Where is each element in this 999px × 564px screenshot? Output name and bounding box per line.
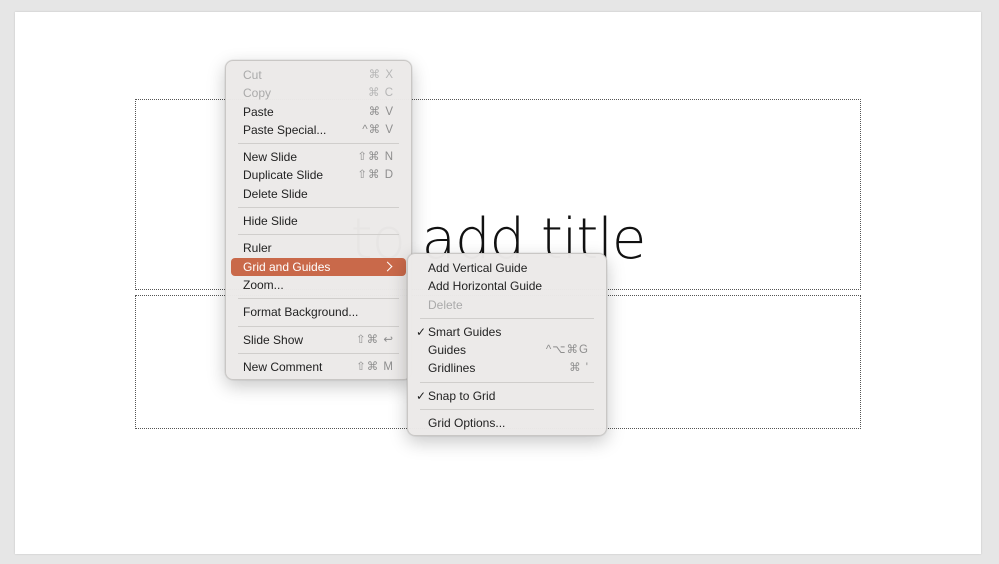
submenu-item-add-vertical-guide[interactable]: Add Vertical Guide	[413, 259, 601, 277]
submenu-item-grid-options[interactable]: Grid Options...	[413, 414, 601, 432]
menu-item-shortcut: ⌘ X	[368, 69, 394, 81]
submenu-item-add-horizontal-guide[interactable]: Add Horizontal Guide	[413, 277, 601, 295]
submenu-item-guides[interactable]: Guides ^⌥⌘G	[413, 341, 601, 359]
menu-item-shortcut: ⇧⌘ D	[357, 169, 394, 182]
menu-item-ruler[interactable]: Ruler	[231, 239, 406, 257]
menu-item-label: New Slide	[243, 150, 298, 165]
menu-separator	[238, 143, 399, 145]
submenu-item-snap-to-grid[interactable]: ✓ Snap to Grid	[413, 387, 601, 405]
menu-item-grid-and-guides[interactable]: Grid and Guides	[231, 257, 406, 276]
menu-item-format-background[interactable]: Format Background...	[231, 303, 406, 321]
menu-item-paste[interactable]: Paste ⌘ V	[231, 103, 406, 121]
menu-item-copy[interactable]: Copy ⌘ C	[231, 84, 406, 102]
menu-item-hide-slide[interactable]: Hide Slide	[231, 212, 406, 230]
submenu-item-gridlines[interactable]: Gridlines ⌘ '	[413, 359, 601, 377]
menu-item-new-comment[interactable]: New Comment ⇧⌘ M	[231, 358, 406, 376]
checkmark-icon: ✓	[416, 388, 427, 403]
menu-item-delete-slide[interactable]: Delete Slide	[231, 185, 406, 203]
menu-item-label: Guides	[428, 343, 467, 358]
menu-item-cut[interactable]: Cut ⌘ X	[231, 66, 406, 84]
menu-item-shortcut: ⌘ C	[368, 87, 394, 100]
chevron-right-icon	[382, 261, 393, 272]
menu-item-label: Grid Options...	[428, 416, 506, 431]
menu-item-duplicate-slide[interactable]: Duplicate Slide ⇧⌘ D	[231, 166, 406, 184]
menu-item-label: Paste	[243, 104, 274, 119]
submenu-item-smart-guides[interactable]: ✓ Smart Guides	[413, 323, 601, 341]
menu-item-label: Delete	[428, 297, 463, 312]
menu-item-label: Delete Slide	[243, 186, 308, 201]
menu-item-shortcut: ⇧⌘ ↩	[356, 333, 394, 346]
menu-item-label: Hide Slide	[243, 214, 298, 229]
menu-item-shortcut: ^⌘ V	[362, 123, 394, 136]
menu-separator	[238, 207, 399, 209]
menu-item-new-slide[interactable]: New Slide ⇧⌘ N	[231, 148, 406, 166]
menu-item-label: Grid and Guides	[243, 259, 331, 274]
menu-item-shortcut: ⇧⌘ M	[356, 360, 394, 373]
menu-separator	[420, 317, 594, 319]
menu-item-label: Slide Show	[243, 332, 304, 347]
menu-separator	[238, 352, 399, 354]
menu-item-label: Copy	[243, 86, 272, 101]
context-menu: Cut ⌘ X Copy ⌘ C Paste ⌘ V Paste Special…	[225, 60, 412, 380]
menu-item-label: Add Horizontal Guide	[428, 279, 543, 294]
menu-item-label: Format Background...	[243, 305, 359, 320]
menu-item-label: New Comment	[243, 359, 323, 374]
menu-item-paste-special[interactable]: Paste Special... ^⌘ V	[231, 121, 406, 139]
menu-separator	[238, 325, 399, 327]
menu-item-label: Ruler	[243, 241, 272, 256]
menu-item-label: Duplicate Slide	[243, 168, 324, 183]
submenu-item-delete[interactable]: Delete	[413, 296, 601, 314]
menu-item-zoom[interactable]: Zoom...	[231, 276, 406, 294]
menu-item-shortcut: ⇧⌘ N	[357, 151, 394, 164]
menu-item-label: Snap to Grid	[428, 388, 496, 403]
menu-item-shortcut: ⌘ '	[569, 362, 589, 375]
menu-item-slide-show[interactable]: Slide Show ⇧⌘ ↩	[231, 331, 406, 349]
menu-item-label: Add Vertical Guide	[428, 261, 528, 275]
menu-item-shortcut: ^⌥⌘G	[545, 344, 589, 357]
menu-separator	[420, 381, 594, 383]
menu-separator	[238, 298, 399, 300]
menu-separator	[420, 409, 594, 411]
menu-item-label: Smart Guides	[428, 324, 502, 339]
menu-item-label: Cut	[243, 68, 262, 82]
menu-item-label: Zoom...	[243, 277, 284, 292]
menu-item-shortcut: ⌘ V	[368, 105, 394, 118]
menu-item-label: Gridlines	[428, 361, 476, 376]
grid-and-guides-submenu: Add Vertical Guide Add Horizontal Guide …	[407, 253, 607, 436]
menu-item-label: Paste Special...	[243, 122, 327, 137]
checkmark-icon: ✓	[416, 324, 427, 339]
menu-separator	[238, 234, 399, 236]
